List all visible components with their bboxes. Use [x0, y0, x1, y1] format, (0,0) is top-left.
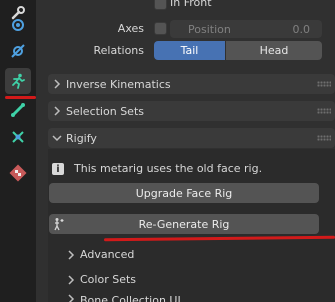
tab-physics[interactable] [5, 38, 31, 64]
bone-icon [11, 103, 25, 117]
particles-icon [12, 19, 24, 31]
info-icon: i [52, 163, 64, 175]
properties-tab-bar [0, 0, 36, 302]
subpanel-bone-collection-ui-label: Bone Collection UI [80, 294, 181, 302]
relations-label: Relations [93, 44, 144, 57]
chevron-right-icon [64, 249, 78, 260]
inverse-kinematics-panel-header[interactable]: Inverse Kinematics [48, 74, 335, 94]
axes-checkbox[interactable] [154, 22, 167, 35]
tab-bone-constraints[interactable] [5, 124, 31, 150]
texture-checker-icon [9, 164, 27, 182]
regenerate-rig-label: Re-Generate Rig [138, 217, 230, 231]
chevron-down-icon [50, 134, 64, 142]
tab-object-data-armature[interactable] [5, 68, 31, 94]
inverse-kinematics-title: Inverse Kinematics [66, 77, 171, 91]
drag-grip-icon[interactable] [317, 108, 331, 114]
axes-position-field[interactable]: Position 0.0 [170, 20, 322, 38]
in-front-label: In Front [170, 0, 212, 9]
subpanel-color-sets[interactable]: Color Sets [62, 273, 136, 286]
chevron-right-icon [50, 79, 64, 89]
regenerate-rig-button[interactable]: Re-Generate Rig [49, 214, 319, 234]
relations-head-option[interactable]: Head [226, 41, 322, 60]
upgrade-face-rig-button[interactable]: Upgrade Face Rig [49, 183, 319, 203]
tab-bone[interactable] [5, 97, 31, 123]
tab-texture[interactable] [5, 160, 31, 186]
chevron-right-icon [64, 274, 78, 285]
subpanel-advanced[interactable]: Advanced [62, 248, 134, 261]
subpanel-bone-collection-ui[interactable]: Bone Collection UI [62, 294, 181, 302]
tab-particles[interactable] [5, 12, 31, 38]
selection-sets-title: Selection Sets [66, 104, 144, 118]
selection-sets-panel-header[interactable]: Selection Sets [48, 101, 335, 121]
drag-grip-icon[interactable] [317, 135, 331, 141]
armature-running-figure-icon [12, 73, 25, 89]
rigify-panel-header[interactable]: Rigify [48, 128, 335, 148]
subpanel-advanced-label: Advanced [80, 248, 135, 261]
bone-constraint-icon [12, 131, 24, 143]
axes-position-value: 0.0 [292, 22, 311, 36]
drag-grip-icon[interactable] [317, 81, 331, 87]
in-front-checkbox[interactable] [154, 0, 167, 10]
rigify-info-message: This metarig uses the old face rig. [74, 162, 263, 175]
rigify-title: Rigify [66, 131, 97, 145]
chevron-right-icon [50, 106, 64, 116]
subpanel-color-sets-label: Color Sets [80, 273, 137, 286]
physics-icon [11, 44, 25, 58]
axes-position-label: Position [188, 22, 231, 36]
axes-label: Axes [117, 22, 144, 35]
armature-generate-icon [54, 218, 64, 231]
chevron-right-icon [64, 294, 78, 302]
relations-tail-option[interactable]: Tail [154, 41, 225, 60]
